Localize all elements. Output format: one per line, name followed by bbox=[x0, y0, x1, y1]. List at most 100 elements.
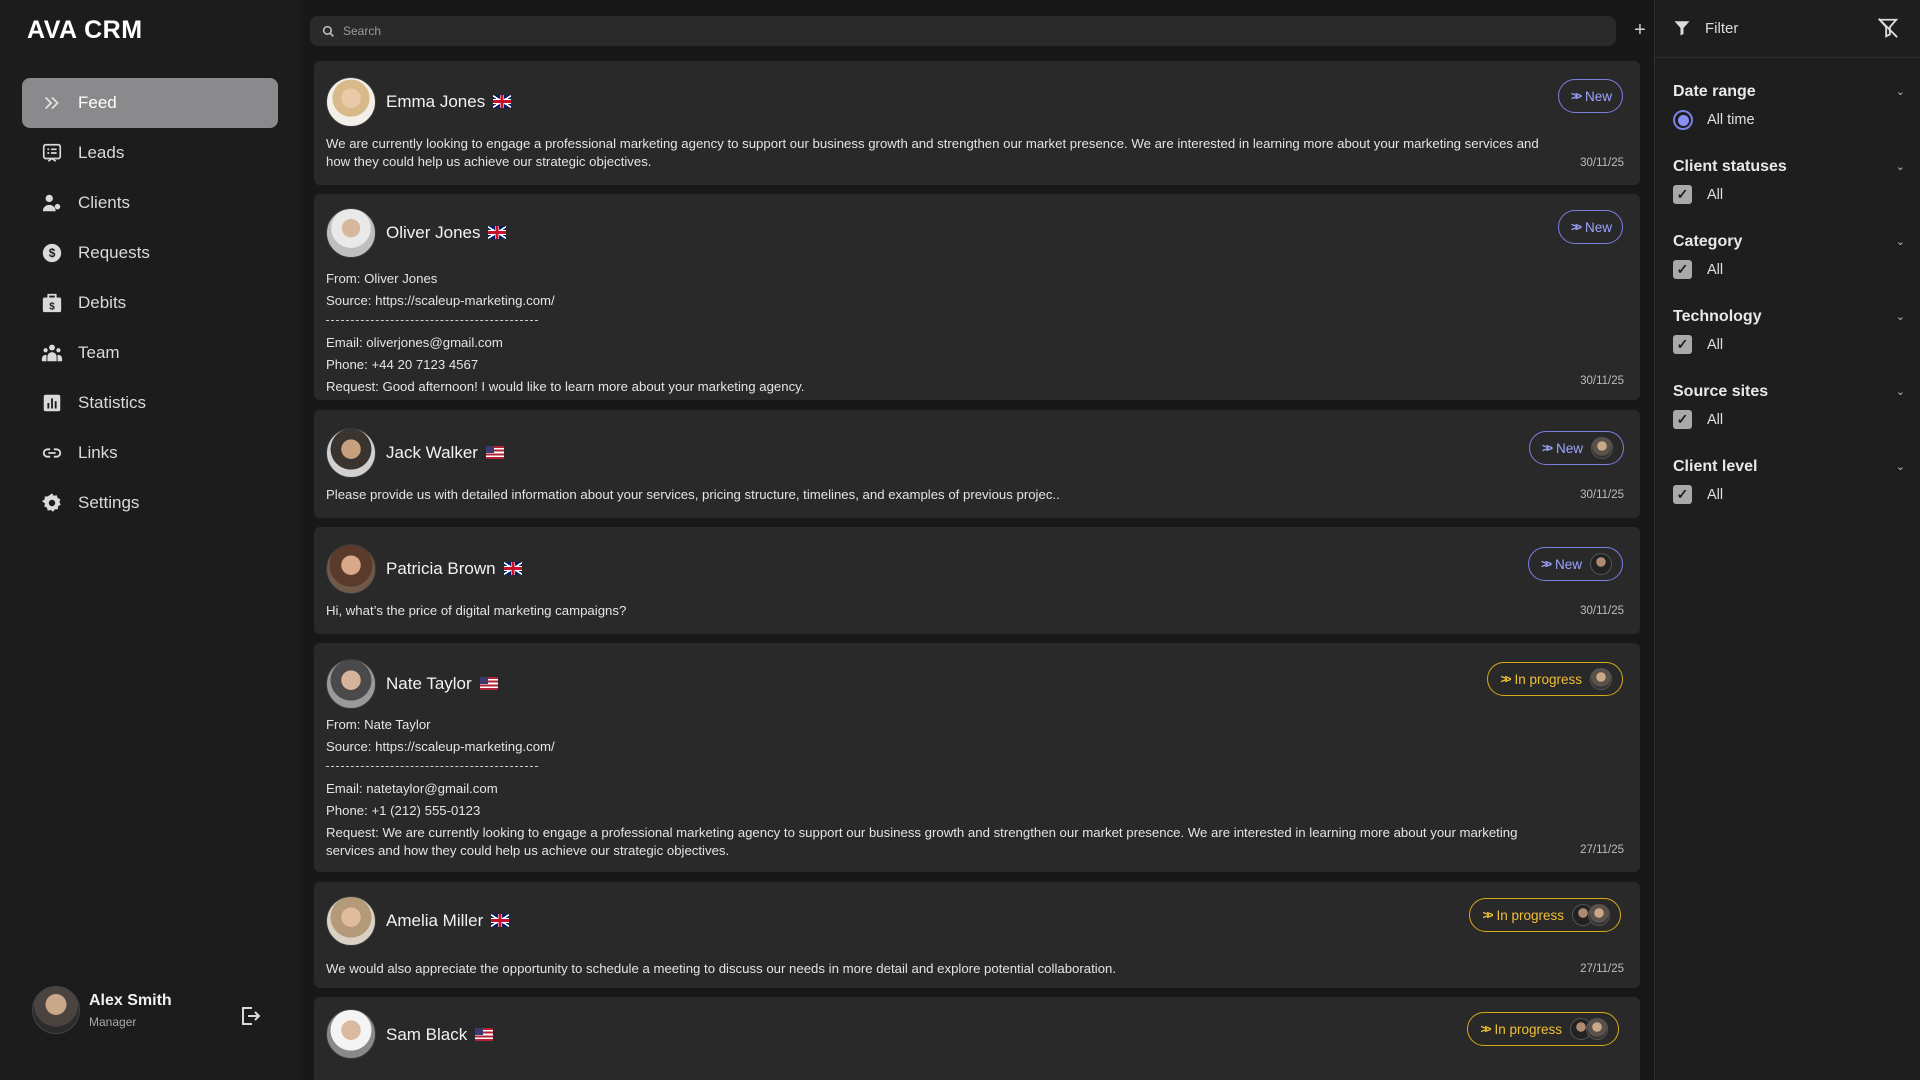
sidebar-item-statistics[interactable]: Statistics bbox=[22, 378, 278, 428]
avatar bbox=[326, 428, 376, 478]
sidebar-item-settings[interactable]: Settings bbox=[22, 478, 278, 528]
add-button[interactable]: + bbox=[1630, 18, 1650, 42]
client-name-text: Patricia Brown bbox=[386, 559, 496, 578]
clear-filter-icon[interactable] bbox=[1877, 17, 1899, 39]
feed-card[interactable]: Amelia Miller >> In progress We would al… bbox=[314, 882, 1640, 988]
sidebar-item-label: Leads bbox=[78, 143, 125, 162]
filter-option-label: All bbox=[1707, 336, 1724, 353]
avatar bbox=[326, 1009, 376, 1059]
chevron-down-icon[interactable]: ⌄ bbox=[1896, 235, 1905, 248]
filter-group-category[interactable]: Category ⌄ ✓ All bbox=[1673, 233, 1905, 279]
wallet-dollar-icon: $ bbox=[40, 291, 64, 315]
app-title: AVA CRM bbox=[27, 16, 143, 44]
filter-option[interactable]: ✓ All bbox=[1673, 410, 1723, 429]
status-badge[interactable]: >> In progress bbox=[1469, 898, 1621, 932]
bar-chart-icon bbox=[40, 391, 64, 415]
chevron-down-icon[interactable]: ⌄ bbox=[1896, 460, 1905, 473]
card-message: Hi, what’s the price of digital marketin… bbox=[326, 603, 627, 618]
filter-option[interactable]: ✓ All bbox=[1673, 185, 1723, 204]
us-flag-icon bbox=[485, 446, 504, 459]
feed-card[interactable]: Sam Black >> In progress bbox=[314, 997, 1640, 1080]
status-badge[interactable]: >> In progress bbox=[1487, 662, 1623, 696]
search-input[interactable] bbox=[343, 24, 1543, 38]
filter-group-source-sites[interactable]: Source sites ⌄ ✓ All bbox=[1673, 383, 1905, 429]
avatar bbox=[326, 77, 376, 127]
feed-card[interactable]: Nate Taylor >> In progress From: Nate Ta… bbox=[314, 643, 1640, 872]
sidebar-item-leads[interactable]: Leads bbox=[22, 128, 278, 178]
avatar bbox=[326, 896, 376, 946]
checkbox-checked[interactable]: ✓ bbox=[1673, 410, 1692, 429]
checkbox-checked[interactable]: ✓ bbox=[1673, 185, 1692, 204]
client-name-text: Nate Taylor bbox=[386, 674, 472, 693]
filter-option-label: All bbox=[1707, 486, 1724, 503]
svg-text:$: $ bbox=[49, 246, 56, 260]
client-name-text: Amelia Miller bbox=[386, 911, 484, 930]
sidebar-item-team[interactable]: Team bbox=[22, 328, 278, 378]
status-label: In progress bbox=[1496, 907, 1564, 923]
card-source: Source: https://scaleup-marketing.com/ bbox=[326, 739, 555, 754]
client-name-text: Sam Black bbox=[386, 1025, 468, 1044]
card-date: 27/11/25 bbox=[1580, 963, 1624, 975]
chevron-down-icon[interactable]: ⌄ bbox=[1896, 310, 1905, 323]
checkbox-checked[interactable]: ✓ bbox=[1673, 485, 1692, 504]
sidebar-item-feed[interactable]: Feed bbox=[22, 78, 278, 128]
filter-option-label: All time bbox=[1707, 112, 1755, 128]
feed-card[interactable]: Jack Walker >> New Please provide us wit… bbox=[314, 410, 1640, 518]
sidebar-item-links[interactable]: Links bbox=[22, 428, 278, 478]
dollar-circle-icon: $ bbox=[40, 241, 64, 265]
filter-option[interactable]: ✓ All bbox=[1673, 485, 1723, 504]
logout-icon[interactable] bbox=[238, 1004, 262, 1028]
filter-group-title: Client level bbox=[1673, 458, 1758, 475]
chevron-down-icon[interactable]: ⌄ bbox=[1896, 385, 1905, 398]
uk-flag-icon bbox=[488, 226, 507, 239]
filter-option-label: All bbox=[1707, 261, 1724, 278]
feed-card[interactable]: Emma Jones >> New We are currently looki… bbox=[314, 61, 1640, 185]
sidebar-item-clients[interactable]: Clients bbox=[22, 178, 278, 228]
filter-group-date-range[interactable]: Date range ⌄ All time bbox=[1673, 83, 1905, 130]
chevrons-right-icon: >> bbox=[1570, 89, 1582, 103]
avatar bbox=[326, 208, 376, 258]
client-name-text: Emma Jones bbox=[386, 92, 486, 111]
avatar bbox=[326, 544, 376, 594]
filter-group-title: Technology bbox=[1673, 308, 1762, 325]
link-icon bbox=[40, 441, 64, 465]
chevrons-right-icon: >> bbox=[1482, 908, 1493, 922]
status-badge[interactable]: >> New bbox=[1528, 431, 1624, 465]
filter-option[interactable]: ✓ All bbox=[1673, 260, 1723, 279]
filter-group-client-statuses[interactable]: Client statuses ⌄ ✓ All bbox=[1673, 158, 1905, 204]
card-message: We are currently looking to engage a pro… bbox=[326, 136, 1539, 169]
card-from: From: Oliver Jones bbox=[326, 271, 438, 286]
feed-card[interactable]: Patricia Brown >> New Hi, what’s the pri… bbox=[314, 527, 1640, 634]
filter-icon bbox=[1674, 21, 1690, 36]
feed-card[interactable]: Oliver Jones >> New From: Oliver Jones S… bbox=[314, 194, 1640, 400]
radio-selected[interactable] bbox=[1673, 110, 1693, 130]
chevron-down-icon[interactable]: ⌄ bbox=[1896, 160, 1905, 173]
filter-option[interactable]: ✓ All bbox=[1673, 335, 1723, 354]
gear-icon bbox=[40, 491, 64, 515]
card-message: We would also appreciate the opportunity… bbox=[326, 961, 1117, 976]
sidebar: AVA CRM Feed Leads Clients $ Requests $ … bbox=[0, 0, 300, 1080]
sidebar-item-requests[interactable]: $ Requests bbox=[22, 228, 278, 278]
sidebar-item-debits[interactable]: $ Debits bbox=[22, 278, 278, 328]
status-badge[interactable]: >> New bbox=[1527, 547, 1623, 581]
avatar[interactable] bbox=[32, 986, 80, 1034]
leads-list-icon bbox=[40, 141, 64, 165]
status-badge[interactable]: >> In progress bbox=[1467, 1012, 1619, 1046]
client-name: Patricia Brown bbox=[386, 559, 522, 579]
status-badge[interactable]: >> New bbox=[1557, 210, 1623, 244]
search-bar bbox=[310, 16, 1616, 46]
feed-list: Emma Jones >> New We are currently looki… bbox=[314, 61, 1640, 1080]
filter-group-technology[interactable]: Technology ⌄ ✓ All bbox=[1673, 308, 1905, 354]
user-name: Alex Smith bbox=[89, 992, 172, 1009]
filter-option[interactable]: All time bbox=[1673, 110, 1755, 130]
chevron-down-icon[interactable]: ⌄ bbox=[1896, 85, 1905, 98]
filter-group-client-level[interactable]: Client level ⌄ ✓ All bbox=[1673, 458, 1905, 504]
status-label: New bbox=[1555, 440, 1583, 456]
card-from: From: Nate Taylor bbox=[326, 717, 431, 732]
feed-main: + Emma Jones >> New We are currently loo… bbox=[300, 0, 1654, 1080]
filter-group-title: Date range bbox=[1673, 83, 1756, 100]
checkbox-checked[interactable]: ✓ bbox=[1673, 335, 1692, 354]
filter-title: Filter bbox=[1705, 20, 1739, 37]
status-badge[interactable]: >> New bbox=[1557, 79, 1623, 113]
checkbox-checked[interactable]: ✓ bbox=[1673, 260, 1692, 279]
